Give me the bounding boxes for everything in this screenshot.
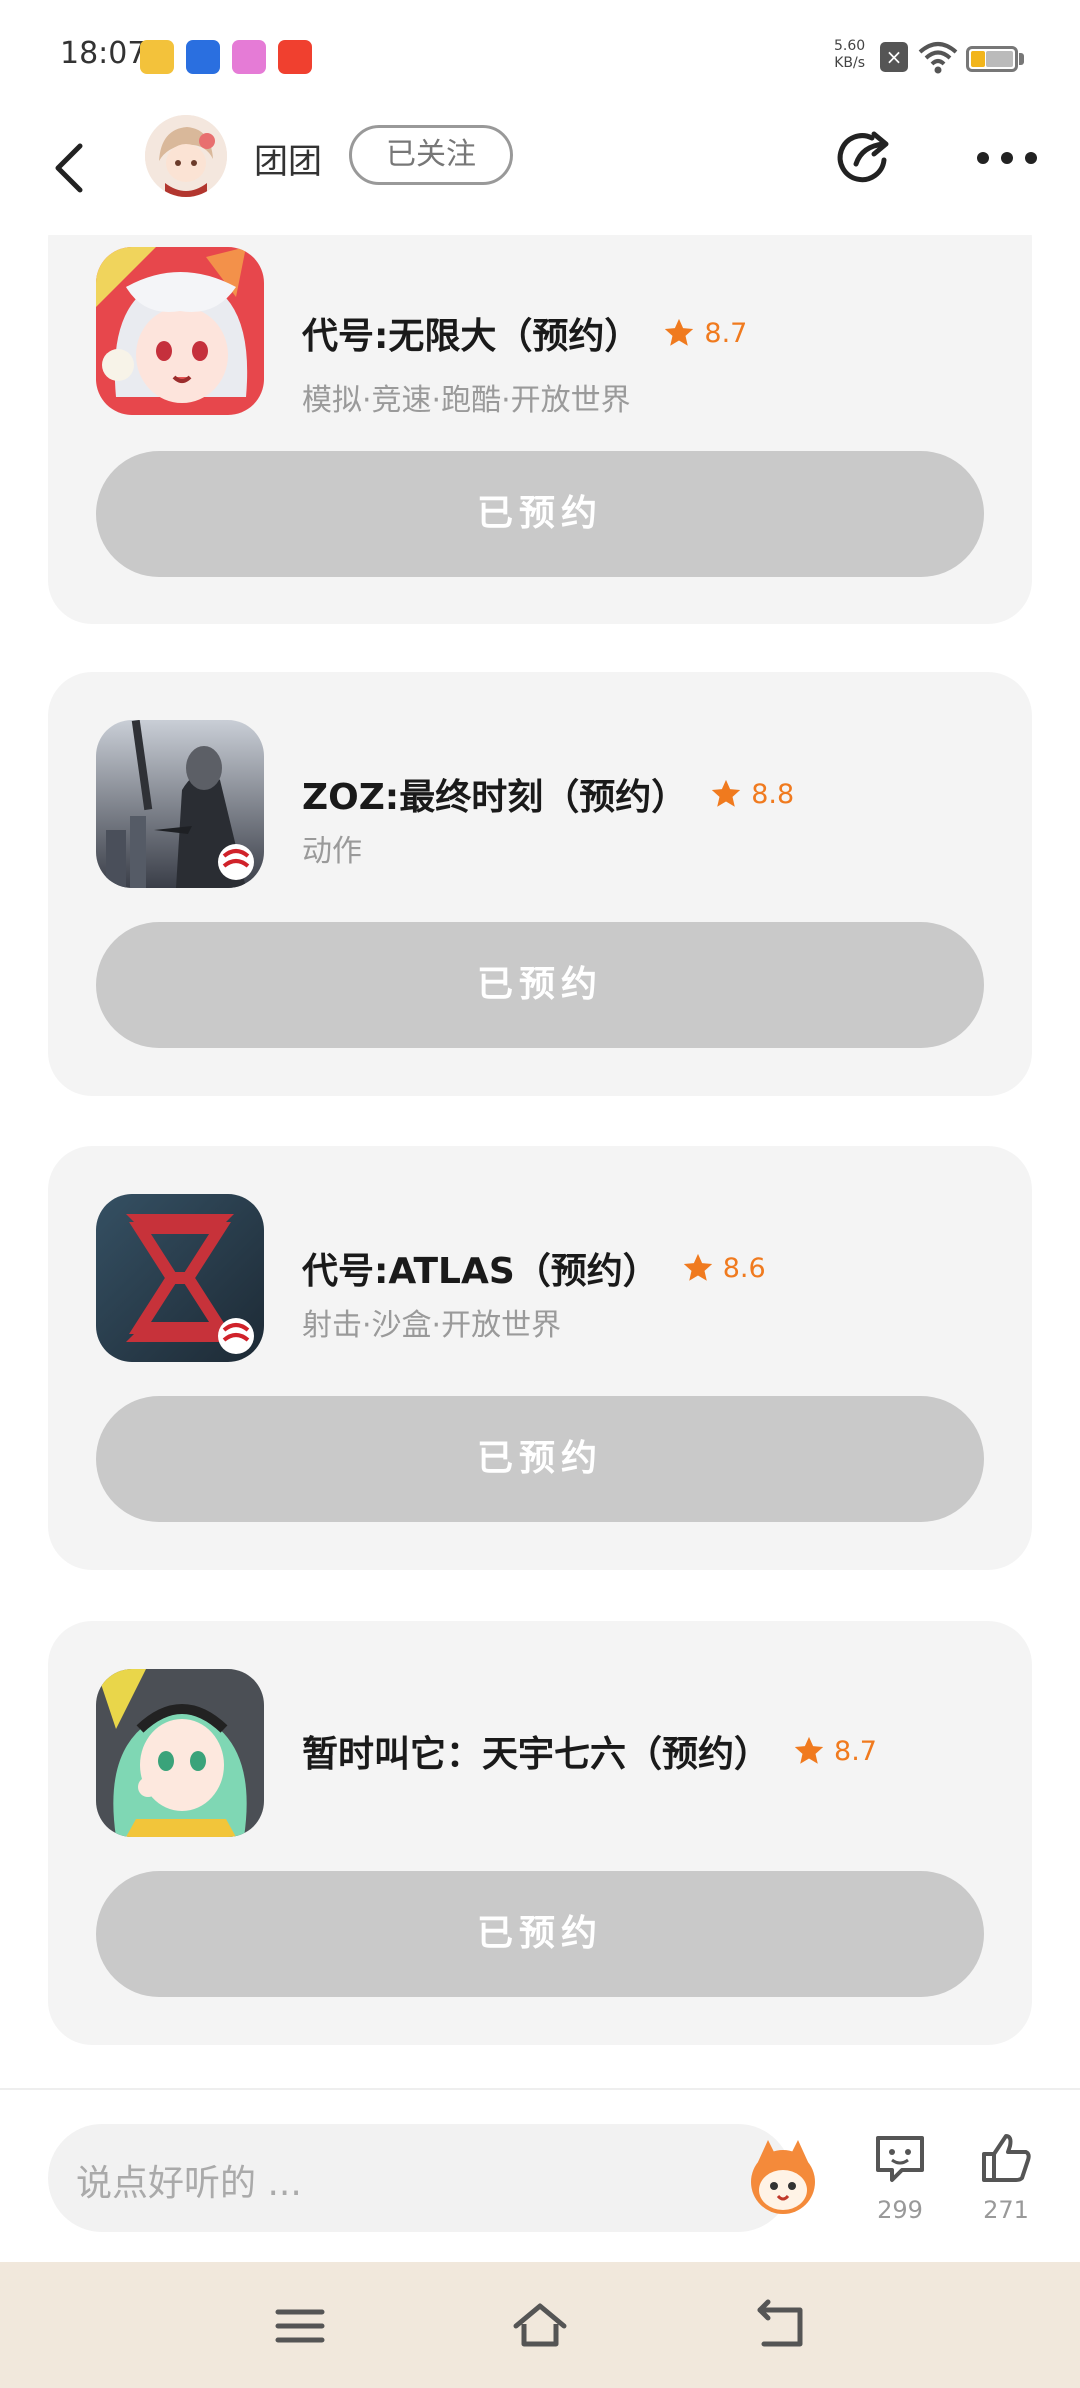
anime-girl-icon[interactable] [96,247,264,415]
rating: 8.7 [662,316,747,350]
following-button[interactable]: 已关注 [349,125,513,185]
soldier-game-icon[interactable] [96,720,264,888]
star-icon [712,779,741,807]
game-title[interactable]: 暂时叫它：天宇七六（预约） [302,1725,770,1777]
back-nav-icon[interactable] [752,2298,808,2354]
like-count: 271 [983,2196,1029,2224]
status-app-icons [140,40,312,74]
reserved-button[interactable]: 已预约 [96,922,984,1048]
reserved-button[interactable]: 已预约 [96,1871,984,1997]
game-card[interactable]: 代号:ATLAS（预约） 8.6 射击·沙盒·开放世界 已预约 [48,1146,1032,1570]
rating-value: 8.6 [722,1252,766,1284]
wifi-icon [918,42,958,74]
avatar-image [145,115,227,197]
comment-input[interactable]: 说点好听的 ... [48,2124,815,2232]
status-time: 18:07 [60,36,147,71]
comments-button[interactable]: 299 [860,2130,940,2224]
network-speed-value: 5.60 [834,38,866,54]
comment-icon [876,2136,924,2182]
home-icon[interactable] [512,2298,568,2354]
game-list: 代号:无限大（预约） 8.7 模拟·竞速·跑酷·开放世界 已预约 ZOZ:最终时… [0,235,1080,2085]
title-row: 代号:ATLAS（预约） 8.6 [302,1242,766,1294]
rating-value: 8.8 [751,778,795,810]
game-tags: 射击·沙盒·开放世界 [302,1308,562,1343]
reserved-button[interactable]: 已预约 [96,1396,984,1522]
network-speed-unit: KB/s [834,55,865,71]
title-row: 代号:无限大（预约） 8.7 [302,307,747,359]
star-icon [665,318,694,346]
comment-placeholder: 说点好听的 ... [76,2163,302,2204]
comment-count: 299 [877,2196,923,2224]
more-options-icon[interactable] [975,140,1039,176]
game-card[interactable]: 暂时叫它：天宇七六（预约） 8.7 已预约 [48,1621,1032,2045]
title-row: 暂时叫它：天宇七六（预约） 8.7 [302,1725,877,1777]
notification-app-icon [232,40,266,74]
atlas-game-icon[interactable] [96,1194,264,1362]
back-icon[interactable] [44,140,100,196]
game-card[interactable]: 代号:无限大（预约） 8.7 模拟·竞速·跑酷·开放世界 已预约 [48,235,1032,624]
rating: 8.7 [792,1734,877,1768]
rating: 8.6 [681,1251,766,1285]
notification-app-icon [278,40,312,74]
game-title[interactable]: ZOZ:最终时刻（预约） [302,768,687,820]
notification-app-icon [186,40,220,74]
game-title[interactable]: 代号:ATLAS（预约） [302,1242,659,1294]
rating: 8.8 [709,777,794,811]
status-bar: 18:07 5.60 KB/s × [0,0,1080,110]
profile-header: 团团 已关注 [0,110,1080,235]
game-title[interactable]: 代号:无限大（预约） [302,307,640,359]
reserved-button[interactable]: 已预约 [96,451,984,577]
menu-icon[interactable] [272,2298,328,2354]
no-sim-icon: × [880,42,908,72]
rating-value: 8.7 [834,1735,877,1767]
green-hair-girl-icon[interactable] [96,1669,264,1837]
network-speed: 5.60 KB/s [834,38,865,72]
star-icon [794,1736,824,1764]
mascot-icon[interactable] [738,2132,828,2222]
thumbs-up-icon [982,2134,1031,2182]
notification-app-icon [140,40,174,74]
like-button[interactable]: 271 [966,2130,1046,2224]
avatar[interactable] [145,115,227,197]
battery-icon [966,46,1018,72]
system-navigation-bar [0,2262,1080,2388]
title-row: ZOZ:最终时刻（预约） 8.8 [302,768,794,820]
share-icon[interactable] [832,126,896,190]
game-tags: 模拟·竞速·跑酷·开放世界 [302,383,631,418]
rating-value: 8.7 [704,317,748,349]
game-tags: 动作 [302,834,362,869]
star-icon [683,1253,712,1281]
battery-cap [1019,53,1024,65]
game-card[interactable]: ZOZ:最终时刻（预约） 8.8 动作 已预约 [48,672,1032,1096]
comment-bar: 说点好听的 ... 299 271 [0,2088,1080,2264]
username[interactable]: 团团 [254,134,322,183]
